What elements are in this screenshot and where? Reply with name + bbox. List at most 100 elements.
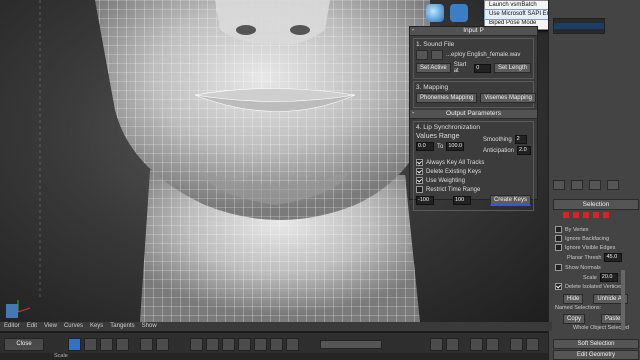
- planar-thresh-field[interactable]: 45.0: [604, 253, 623, 262]
- play-icon[interactable]: [431, 50, 443, 60]
- use-weighting-checkbox[interactable]: [416, 177, 423, 184]
- phonemes-mapping-button[interactable]: Phonemes Mapping: [416, 93, 478, 103]
- selected-modifier[interactable]: [554, 23, 604, 29]
- tangent-step-icon[interactable]: [254, 338, 267, 351]
- close-button[interactable]: Close: [4, 338, 44, 351]
- show-result-icon[interactable]: [571, 180, 583, 190]
- lock-selection-icon[interactable]: [430, 338, 443, 351]
- ignore-backfacing-label: Ignore Backfacing: [565, 235, 610, 242]
- ignore-visible-edges-checkbox[interactable]: [555, 244, 562, 251]
- range-end-field[interactable]: 100: [452, 196, 471, 205]
- menu-tangents[interactable]: Tangents: [110, 322, 134, 331]
- input-params-header[interactable]: - Input P: [410, 27, 537, 36]
- anticipation-field[interactable]: 2.0: [517, 146, 531, 155]
- globe-icon[interactable]: [426, 4, 444, 22]
- hide-button[interactable]: Hide: [563, 294, 584, 304]
- show-normals-label: Show Normals: [565, 264, 601, 271]
- set-length-button[interactable]: Set Length: [493, 63, 531, 73]
- delete-isolated-checkbox[interactable]: [555, 283, 562, 290]
- use-weighting-label: Use Weighting: [426, 177, 465, 184]
- always-key-checkbox[interactable]: [416, 159, 423, 166]
- ignore-visible-edges-label: Ignore Visible Edges: [565, 244, 616, 251]
- create-keys-button[interactable]: Create Keys: [489, 195, 531, 206]
- to-label: To: [437, 143, 444, 150]
- command-panel: Selection By Vertex Ignore Backfacing Ig…: [548, 0, 640, 360]
- range-to-field[interactable]: 100.0: [446, 142, 465, 151]
- by-vertex-checkbox[interactable]: [555, 226, 562, 233]
- open-file-icon[interactable]: [416, 50, 428, 60]
- menu-editor[interactable]: Editor: [4, 322, 20, 331]
- curve-editor-toolbar: Close: [0, 332, 548, 353]
- range-start-field[interactable]: -100: [416, 196, 434, 205]
- scale-keys-icon[interactable]: [100, 338, 113, 351]
- copy-button[interactable]: Copy: [563, 314, 586, 324]
- zoom-icon[interactable]: [510, 338, 523, 351]
- mapping-label: 3. Mapping: [416, 84, 449, 91]
- tangent-smooth-icon[interactable]: [286, 338, 299, 351]
- pan-icon[interactable]: [526, 338, 539, 351]
- menu-curves[interactable]: Curves: [64, 322, 83, 331]
- soft-selection-header[interactable]: Soft Selection: [553, 339, 639, 349]
- show-normals-checkbox[interactable]: [555, 264, 562, 271]
- menu-keys[interactable]: Keys: [90, 322, 103, 331]
- make-unique-icon[interactable]: [589, 180, 601, 190]
- menu-show[interactable]: Show: [142, 322, 157, 331]
- remove-modifier-icon[interactable]: [607, 180, 619, 190]
- track-view-timeline[interactable]: Scale: [0, 353, 548, 360]
- ignore-backfacing-checkbox[interactable]: [555, 235, 562, 242]
- element-icon[interactable]: [603, 212, 609, 218]
- scale-track-label: Scale: [54, 353, 68, 359]
- sound-file-group: 1. Sound File ...eploy English_female.wa…: [413, 38, 534, 79]
- edge-icon[interactable]: [573, 212, 579, 218]
- lip-sync-group: 4. Lip Synchronization Values Range 0.0 …: [413, 121, 534, 211]
- start-at-field[interactable]: 0: [474, 63, 491, 73]
- tangent-fast-icon[interactable]: [222, 338, 235, 351]
- snap-frames-icon[interactable]: [446, 338, 459, 351]
- scale-values-icon[interactable]: [116, 338, 129, 351]
- parameter-out-of-range-icon[interactable]: [486, 338, 499, 351]
- edit-geometry-header[interactable]: Edit Geometry: [553, 350, 639, 360]
- range-from-field[interactable]: 0.0: [416, 142, 434, 151]
- by-vertex-label: By Vertex: [565, 226, 589, 233]
- slide-keys-icon[interactable]: [84, 338, 97, 351]
- polygon-icon[interactable]: [593, 212, 599, 218]
- scale-field[interactable]: 20.0: [599, 273, 618, 282]
- move-keys-icon[interactable]: [68, 338, 81, 351]
- axis-gizmo: [6, 298, 32, 318]
- sound-file-label: 1. Sound File: [416, 41, 455, 48]
- output-params-header[interactable]: - Output Parameters: [410, 110, 537, 119]
- draw-curves-icon[interactable]: [156, 338, 169, 351]
- values-range-label: Values Range: [416, 133, 460, 140]
- tangent-linear-icon[interactable]: [270, 338, 283, 351]
- lip-sync-panel: - Input P 1. Sound File ...eploy English_…: [409, 26, 538, 211]
- start-at-label: Start at: [453, 62, 467, 74]
- show-keyable-icon[interactable]: [470, 338, 483, 351]
- face-icon[interactable]: [583, 212, 589, 218]
- script-icon[interactable]: [450, 4, 468, 22]
- planar-thresh-label: Planar Thresh: [567, 254, 602, 261]
- curve-editor-menubar: Editor Edit View Curves Keys Tangents Sh…: [0, 322, 552, 331]
- menu-edit[interactable]: Edit: [27, 322, 37, 331]
- smoothing-field[interactable]: 2: [514, 135, 527, 144]
- mapping-group: 3. Mapping Phonemes Mapping Visemes Mapp…: [413, 81, 536, 108]
- key-entry-field[interactable]: [320, 340, 382, 349]
- add-keys-icon[interactable]: [140, 338, 153, 351]
- menu-view[interactable]: View: [44, 322, 57, 331]
- restrict-time-checkbox[interactable]: [416, 186, 423, 193]
- set-active-button[interactable]: Set Active: [416, 63, 451, 73]
- stack-tools: [553, 180, 619, 190]
- pin-stack-icon[interactable]: [553, 180, 565, 190]
- tangent-auto-icon[interactable]: [190, 338, 203, 351]
- command-panel-scrollbar[interactable]: [621, 270, 625, 330]
- tangent-slow-icon[interactable]: [238, 338, 251, 351]
- selection-rollout-header[interactable]: Selection: [553, 199, 639, 210]
- delete-keys-label: Delete Existing Keys: [426, 168, 482, 175]
- delete-isolated-label: Delete Isolated Vertices: [565, 283, 623, 290]
- vertex-icon[interactable]: [563, 212, 569, 218]
- always-key-label: Always Key All Tracks: [426, 159, 485, 166]
- modifier-stack-list[interactable]: [553, 18, 605, 34]
- tangent-custom-icon[interactable]: [206, 338, 219, 351]
- visemes-mapping-button[interactable]: Visemes Mapping: [480, 93, 536, 103]
- delete-keys-checkbox[interactable]: [416, 168, 423, 175]
- anticipation-label: Anticipation: [482, 147, 514, 154]
